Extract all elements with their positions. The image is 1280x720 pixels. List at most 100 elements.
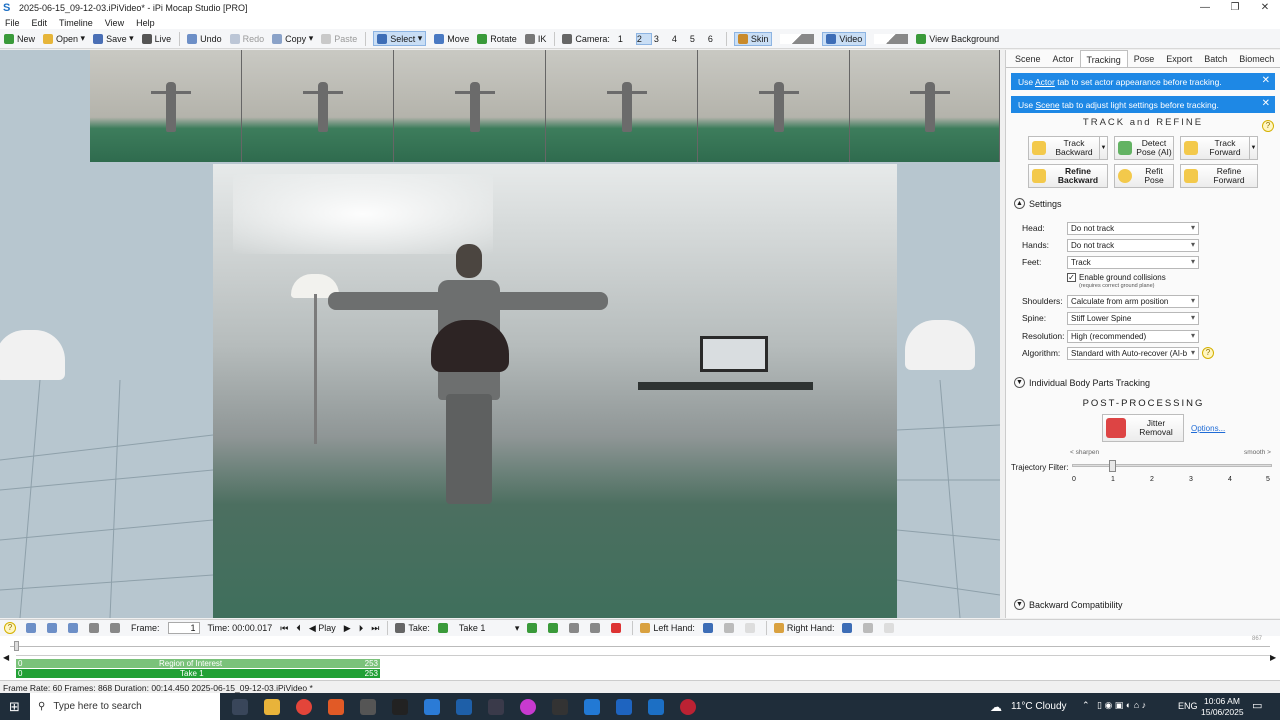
play-button[interactable]: ▶: [344, 623, 351, 634]
camera-2-button[interactable]: 2: [635, 32, 652, 45]
chevron-down-icon[interactable]: ▼: [1099, 137, 1107, 159]
menu-timeline[interactable]: Timeline: [59, 18, 93, 28]
tab-actor[interactable]: Actor: [1047, 50, 1080, 67]
skin-toggle[interactable]: Skin: [733, 31, 773, 46]
scroll-right-icon[interactable]: ▶: [1270, 653, 1276, 662]
brave-icon[interactable]: [328, 698, 344, 715]
camera-1-button[interactable]: 1: [618, 34, 634, 44]
zoom-in-button[interactable]: [26, 623, 39, 633]
taskbar-search[interactable]: ⚲ Type here to search: [30, 693, 220, 720]
feet-select[interactable]: Track: [1067, 255, 1199, 269]
delete-take-button[interactable]: [611, 623, 624, 633]
live-button[interactable]: Live: [141, 33, 171, 44]
first-frame-button[interactable]: ⏮: [280, 623, 288, 634]
playhead[interactable]: [14, 641, 19, 651]
scroll-left-icon[interactable]: ◀: [3, 653, 9, 662]
app-icon[interactable]: [520, 698, 536, 715]
left-hand-delete-button[interactable]: [744, 623, 758, 633]
backward-compat-toggle[interactable]: ▼ Backward Compatibility: [1014, 599, 1123, 610]
video-toggle[interactable]: Video: [822, 31, 867, 46]
right-hand-delete-button[interactable]: [884, 623, 897, 633]
add-take-button[interactable]: [437, 623, 451, 633]
trajectory-filter-thumb[interactable]: [1108, 460, 1116, 472]
algorithm-select[interactable]: Standard with Auto-recover (AI-b: [1067, 346, 1199, 360]
individual-parts-toggle[interactable]: ▼ Individual Body Parts Tracking: [1014, 377, 1150, 388]
spine-select[interactable]: Stiff Lower Spine: [1067, 311, 1199, 325]
actor-tab-link[interactable]: Actor: [1035, 77, 1055, 87]
roi-bar[interactable]: 0 Region of Interest 253: [16, 659, 380, 668]
track-backward-button[interactable]: Track Backward ▼: [1028, 136, 1108, 160]
camera-thumbnail-2[interactable]: [242, 50, 394, 162]
camera-model-left[interactable]: [0, 330, 65, 380]
roi-end-button[interactable]: [110, 623, 123, 633]
app-icon[interactable]: [616, 698, 632, 715]
camera-thumbnail-6[interactable]: [850, 50, 1000, 162]
right-hand-edit-button[interactable]: [863, 623, 876, 633]
take-select[interactable]: Take 1: [459, 623, 515, 633]
timeline-scrollbar[interactable]: [16, 655, 1270, 656]
ground-collisions-checkbox[interactable]: ✓: [1067, 272, 1076, 282]
camera-6-button[interactable]: 6: [708, 34, 724, 44]
shoulders-select[interactable]: Calculate from arm position: [1067, 294, 1199, 308]
chevron-down-icon[interactable]: ▼: [1249, 137, 1257, 159]
video-opacity-slider[interactable]: [874, 33, 909, 44]
menu-view[interactable]: View: [105, 18, 124, 28]
tray-icons[interactable]: ▯ ◉ ▣ ◐ ⌂ ♪: [1097, 700, 1146, 711]
help-icon[interactable]: ?: [1202, 347, 1214, 359]
head-select[interactable]: Do not track: [1067, 221, 1199, 235]
refit-pose-button[interactable]: Refit Pose: [1114, 164, 1174, 188]
camera-3-button[interactable]: 3: [654, 34, 670, 44]
tab-tracking[interactable]: Tracking: [1079, 50, 1128, 67]
refine-backward-button[interactable]: Refine Backward: [1028, 164, 1108, 188]
resolution-select[interactable]: High (recommended): [1067, 329, 1199, 343]
camera-4-button[interactable]: 4: [672, 34, 688, 44]
refine-forward-button[interactable]: Refine Forward: [1180, 164, 1258, 188]
left-hand-add-button[interactable]: [702, 623, 716, 633]
tab-scene[interactable]: Scene: [1009, 50, 1047, 67]
take-bar[interactable]: 0 Take 1 253: [16, 669, 380, 678]
zoom-fit-button[interactable]: [68, 623, 81, 633]
app-icon[interactable]: [488, 698, 504, 715]
close-icon[interactable]: ✕: [1262, 75, 1270, 86]
app-icon[interactable]: [584, 698, 600, 715]
tab-batch[interactable]: Batch: [1198, 50, 1233, 67]
play-back-button[interactable]: ◀ Play: [309, 623, 336, 634]
take-tool-button[interactable]: [590, 623, 603, 633]
new-button[interactable]: New: [4, 33, 35, 44]
view-background-button[interactable]: View Background: [916, 33, 999, 44]
take-tool-button[interactable]: [548, 623, 561, 633]
paste-button[interactable]: Paste: [321, 33, 357, 44]
3d-viewport[interactable]: [0, 50, 1000, 618]
app-icon[interactable]: [680, 698, 696, 715]
copy-button[interactable]: Copy ▾: [272, 33, 313, 44]
jitter-removal-button[interactable]: Jitter Removal: [1102, 414, 1184, 442]
take-tool-button[interactable]: [527, 623, 540, 633]
tray-chevron-icon[interactable]: ⌃: [1082, 700, 1090, 711]
app-icon[interactable]: [552, 698, 568, 715]
detect-pose-button[interactable]: Detect Pose (AI): [1114, 136, 1174, 160]
task-view-icon[interactable]: [232, 698, 248, 715]
skin-opacity-slider[interactable]: [780, 33, 815, 44]
rotate-tool-button[interactable]: Rotate: [477, 33, 517, 44]
trajectory-filter-slider[interactable]: [1072, 460, 1272, 472]
chevron-down-icon[interactable]: ▾: [515, 623, 520, 634]
prev-frame-button[interactable]: ⏴: [296, 623, 301, 634]
chrome-icon[interactable]: [296, 698, 312, 715]
menu-help[interactable]: Help: [136, 18, 155, 28]
menu-edit[interactable]: Edit: [32, 18, 48, 28]
file-explorer-icon[interactable]: [264, 698, 280, 715]
next-frame-button[interactable]: ⏵: [359, 623, 364, 634]
undo-button[interactable]: Undo: [187, 33, 222, 44]
camera-5-button[interactable]: 5: [690, 34, 706, 44]
camera-thumbnail-4[interactable]: [546, 50, 698, 162]
left-hand-edit-button[interactable]: [723, 623, 737, 633]
clock-date[interactable]: 15/06/2025: [1201, 707, 1244, 717]
app-icon[interactable]: [360, 698, 376, 715]
weather-text[interactable]: 11°C Cloudy: [1011, 701, 1067, 712]
language-indicator[interactable]: ENG: [1178, 701, 1198, 711]
take-tool-button[interactable]: [569, 623, 582, 633]
camera-thumbnail-3[interactable]: [394, 50, 546, 162]
minimize-button[interactable]: —: [1190, 0, 1220, 16]
actor-skin-mesh[interactable]: [431, 320, 509, 372]
frame-input[interactable]: 1: [167, 622, 200, 634]
